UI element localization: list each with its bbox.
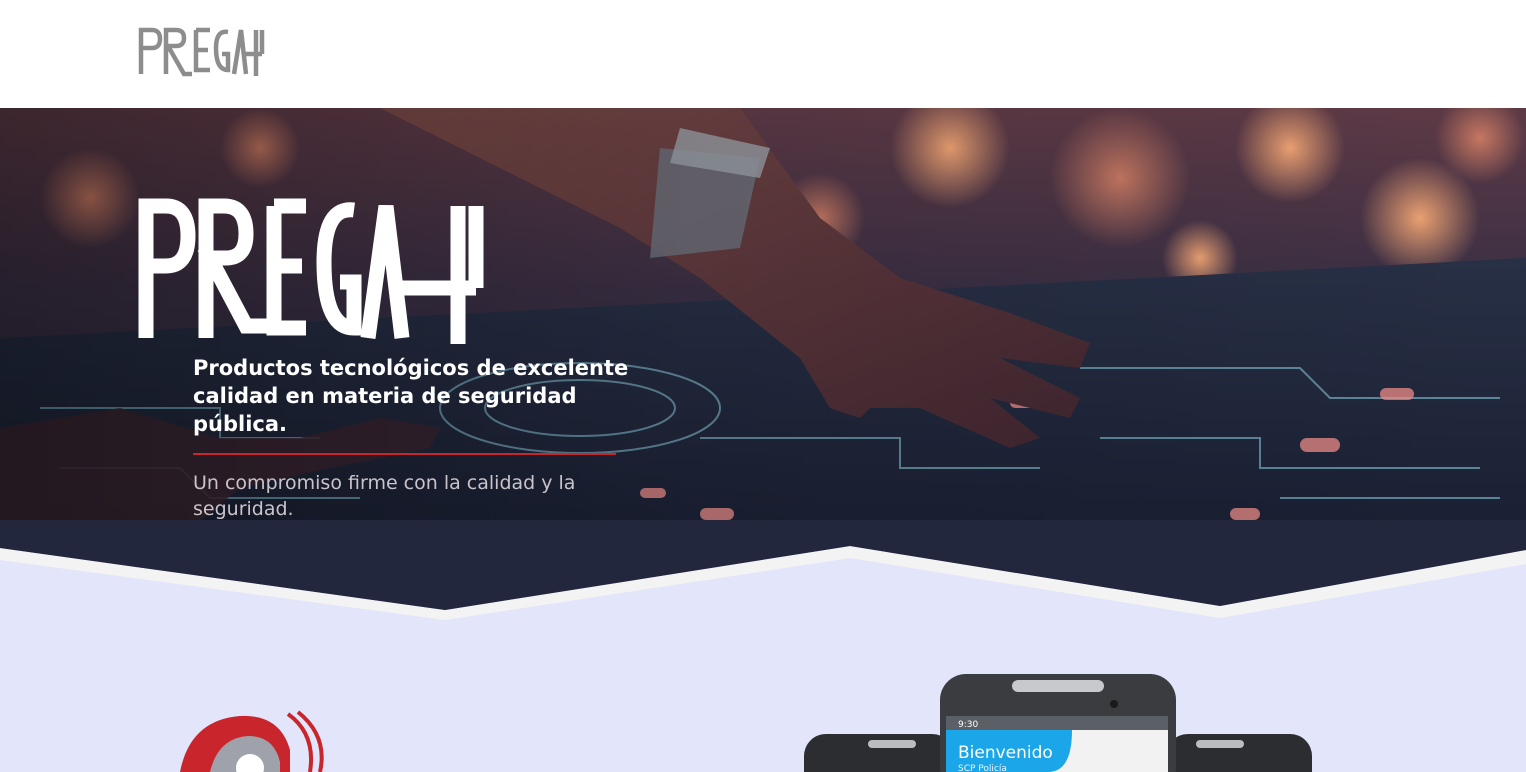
phone-time: 9:30: [958, 720, 978, 730]
hero-bottom-edge: [0, 520, 1526, 610]
phone-app-name: SCP Policía: [958, 764, 1007, 772]
phones-illustration: 9:30 Bienvenido SCP Policía: [804, 674, 1312, 772]
phones-image: 9:30 Bienvenido SCP Policía: [800, 672, 1320, 772]
emblem-icon: [180, 710, 324, 772]
phone-welcome: Bienvenido: [958, 743, 1053, 763]
hero-title: Productos tecnológicos de excelente cali…: [193, 356, 629, 436]
header-logo[interactable]: [138, 24, 268, 80]
hero-subtitle: Un compromiso firme con la calidad y la …: [193, 472, 576, 520]
hero-logo: [138, 198, 484, 344]
hero-divider: [193, 453, 616, 455]
site-header: [0, 0, 1526, 108]
